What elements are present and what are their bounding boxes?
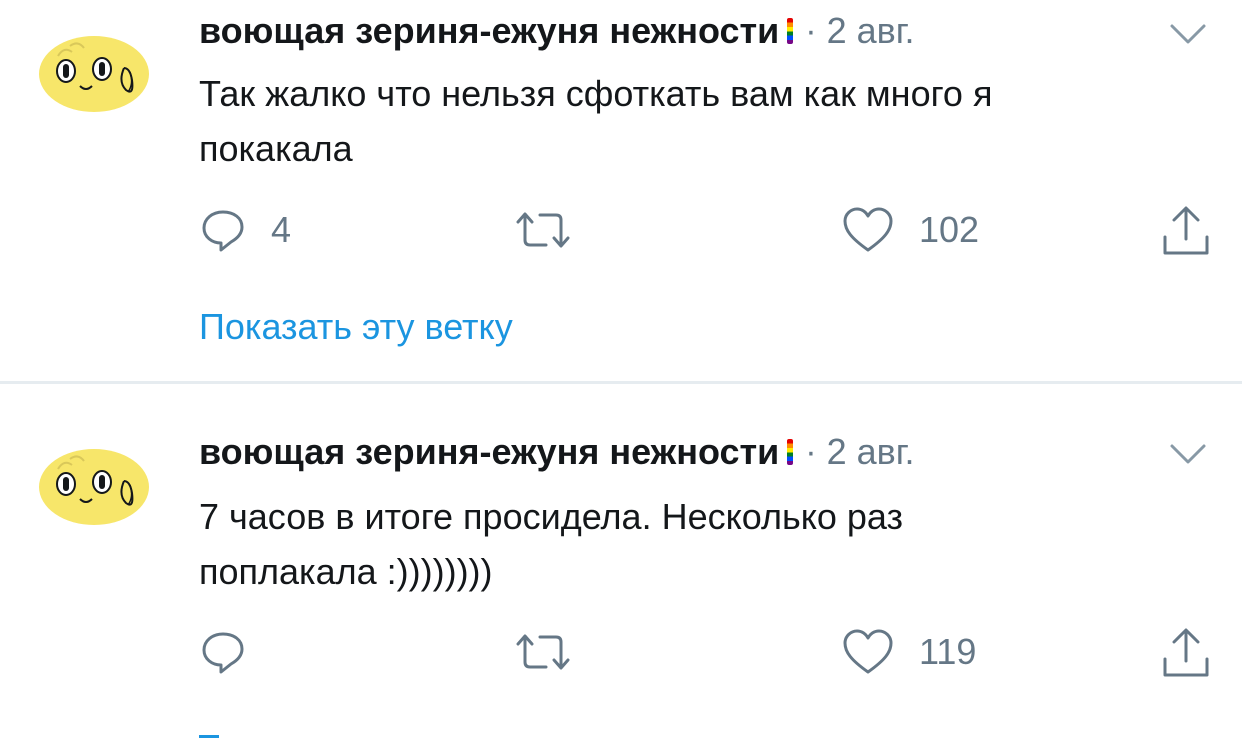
like-count: 102 xyxy=(919,209,980,250)
retweet-button[interactable] xyxy=(512,628,598,676)
tweet[interactable]: воющая зериня-ежуня нежности · 2 авг. 7 … xyxy=(0,384,1242,738)
separator-dot: · xyxy=(805,11,817,50)
reply-icon xyxy=(202,210,244,252)
show-thread-link[interactable]: Показать эту ветку xyxy=(199,306,513,348)
share-button[interactable] xyxy=(1160,203,1212,259)
share-icon xyxy=(1163,628,1209,677)
tweet-date[interactable]: 2 авг. xyxy=(827,431,915,473)
tweet[interactable]: воющая зериня-ежуня нежности · 2 авг. Та… xyxy=(0,0,1242,381)
reply-button[interactable] xyxy=(199,628,271,676)
tweet-header: воющая зериня-ежуня нежности · 2 авг. xyxy=(199,6,915,56)
retweet-icon xyxy=(516,212,570,248)
tweet-text-line: 7 часов в итоге просидела. Несколько раз xyxy=(199,496,904,537)
reply-button[interactable]: 4 xyxy=(199,206,291,254)
reply-icon xyxy=(202,632,244,674)
tweet-text-line: поплакала :)))))))) xyxy=(199,551,493,592)
avatar[interactable] xyxy=(36,441,152,527)
retweet-button[interactable] xyxy=(512,206,598,254)
like-button[interactable]: 119 xyxy=(841,628,976,676)
like-button[interactable]: 102 xyxy=(841,206,979,254)
reply-count: 4 xyxy=(271,209,292,250)
chevron-down-icon[interactable] xyxy=(1166,438,1210,468)
like-count: 119 xyxy=(919,631,977,672)
display-name[interactable]: воющая зериня-ежуня нежности xyxy=(199,431,779,473)
tweet-header: воющая зериня-ежуня нежности · 2 авг. xyxy=(199,427,915,477)
rainbow-flag-emoji xyxy=(787,439,794,465)
tweet-text-line: Так жалко что нельзя сфоткать вам как мн… xyxy=(199,73,993,114)
display-name[interactable]: воющая зериня-ежуня нежности xyxy=(199,10,779,52)
tweet-text: Так жалко что нельзя сфоткать вам как мн… xyxy=(199,66,1209,176)
tweet-text: 7 часов в итоге просидела. Несколько раз… xyxy=(199,489,1209,599)
tweet-text-line: покакала xyxy=(199,128,353,169)
like-icon xyxy=(843,629,893,674)
share-icon xyxy=(1163,206,1209,255)
retweet-icon xyxy=(516,634,570,670)
rainbow-flag-emoji xyxy=(787,18,794,44)
like-icon xyxy=(843,207,893,252)
tweet-date[interactable]: 2 авг. xyxy=(827,10,915,52)
separator-dot: · xyxy=(805,432,817,471)
show-thread-link-cutoff[interactable] xyxy=(199,730,219,738)
chevron-down-icon[interactable] xyxy=(1166,18,1210,48)
avatar[interactable] xyxy=(36,28,152,114)
share-button[interactable] xyxy=(1160,625,1212,681)
